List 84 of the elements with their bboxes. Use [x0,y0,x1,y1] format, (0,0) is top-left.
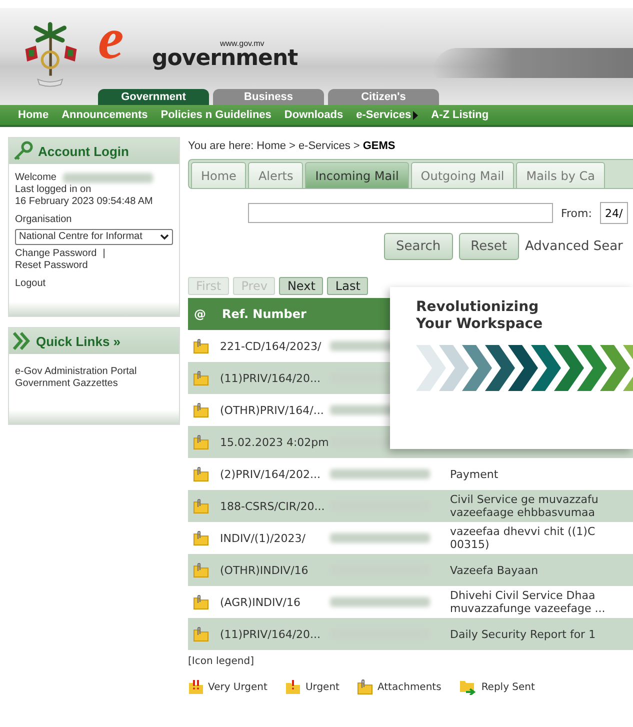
folder-paperclip-icon [193,562,209,578]
logo-letter: e [98,10,124,68]
folder-paperclip-icon [193,338,209,354]
tab[interactable]: Outgoing Mail [410,162,514,189]
panel-title: Quick Links » [36,334,121,348]
subject-cell: vazeefaa dhevvi chit ((1)C 00315) [450,525,596,551]
ref-number-cell-text: (OTHR)PRIV/164/... [219,404,325,416]
reset-password-link[interactable]: Reset Password [15,260,173,272]
legend-label: Urgent [305,682,340,692]
last-login-time: 16 February 2023 09:54:48 AM [15,196,154,208]
subject-cell: Vazeefa Bayaan [450,564,538,576]
quick-link[interactable]: e-Gov Administration Portal [15,366,173,378]
pager-button[interactable]: Next [279,277,324,295]
nav-link[interactable]: Home [18,109,49,121]
breadcrumb-label: You are here: [188,140,254,152]
ref-number-cell-text: INDIV/(1)/2023/ [219,532,306,544]
folder-exclamation-icon [285,679,302,695]
legend-label: Very Urgent [208,682,268,692]
nav-link[interactable]: Downloads [284,109,344,121]
subject-cell: Daily Security Report for 1 [450,628,596,640]
column-header: Ref. Number [221,307,306,321]
change-password-link[interactable]: Change Password [15,248,97,260]
reset-button[interactable]: Reset [458,233,519,260]
from-label: From: [561,206,592,220]
icon-legend-title: [Icon legend] [188,656,256,667]
from-date-field[interactable]: 24/ [600,202,628,224]
subject-cell: Dhivehi Civil Service Dhaa muvazzafunge vazeefage ... [450,589,606,615]
nav-link[interactable]: e-Services [356,109,412,121]
folder-paperclip-icon [193,626,209,642]
separator-text: | [102,248,106,260]
tab[interactable]: Mails by Ca [516,162,605,189]
folder-paperclip-icon [357,679,374,695]
breadcrumb-separator: > [353,140,360,152]
nav-link[interactable]: A-Z Listing [431,109,489,121]
submenu-arrow-icon [413,110,418,120]
chevron-down-icon [160,234,169,240]
subject-cell: Civil Service ge muvazzafu vazeefaage ehbbasvumaa [450,493,598,519]
popup-title: Revolutionizing Your Workspace [416,299,544,333]
subject-cell: Payment [450,468,498,480]
last-login-label: Last logged in on [15,184,92,196]
site-url: www.gov.mv [220,39,266,48]
breadcrumb-link[interactable]: e-Services [298,140,350,152]
panel-title: Account Login [38,144,129,158]
breadcrumb-link[interactable]: Home [256,140,286,152]
column-header: @ [193,307,207,321]
logout-link[interactable]: Logout [15,278,173,290]
tab[interactable]: Home [191,162,246,189]
quick-link[interactable]: Government Gazzettes [15,378,173,390]
ref-number-cell-text: (2)PRIV/164/202... [219,468,322,480]
folder-paperclip-icon [193,530,209,546]
ref-number-cell-text: (11)PRIV/164/20... [219,372,322,384]
pager-button[interactable]: Last [327,277,368,295]
double-chevron-icon [13,332,31,350]
breadcrumb-separator: > [289,140,296,152]
nav-link[interactable]: Policies n Guidelines [160,109,272,121]
folder-paperclip-icon [193,594,209,610]
folder-paperclip-icon [193,434,209,450]
portal-tab[interactable]: Government [98,89,209,105]
tab[interactable]: Incoming Mail [305,162,409,189]
ref-number-cell-text: (11)PRIV/164/20... [219,628,322,640]
ref-number-cell-text: 221-CD/164/2023/ [219,340,322,352]
search-field[interactable] [248,203,553,223]
folder-double-exclamation-icon [188,679,204,695]
tab[interactable]: Alerts [248,162,304,189]
folder-paperclip-icon [193,370,209,386]
folder-paperclip-icon [193,402,209,418]
organisation-select[interactable]: National Centre for Informat [15,229,173,245]
logo-wordmark: government [152,48,298,70]
ref-number-cell-text: 15.02.2023 4:02pm [219,436,330,448]
folder-paperclip-icon [193,498,209,514]
breadcrumb-link[interactable]: GEMS [362,140,396,152]
search-button[interactable]: Search [384,233,453,260]
folder-arrow-icon [459,679,478,695]
folder-paperclip-icon [193,466,209,482]
legend-label: Reply Sent [481,682,535,692]
ref-number-cell-text: (AGR)INDIV/16 [219,596,302,608]
advanced-search-link[interactable]: Advanced Sear [525,239,623,254]
ref-number-cell-text: 188-CSRS/CIR/20... [219,500,326,512]
welcome-label: Welcome [15,172,56,184]
legend-label: Attachments [377,682,442,692]
key-icon [13,141,33,161]
nav-link[interactable]: Announcements [62,109,148,121]
ref-number-cell-text: (OTHR)INDIV/16 [219,564,310,576]
organisation-label: Organisation [15,214,73,226]
